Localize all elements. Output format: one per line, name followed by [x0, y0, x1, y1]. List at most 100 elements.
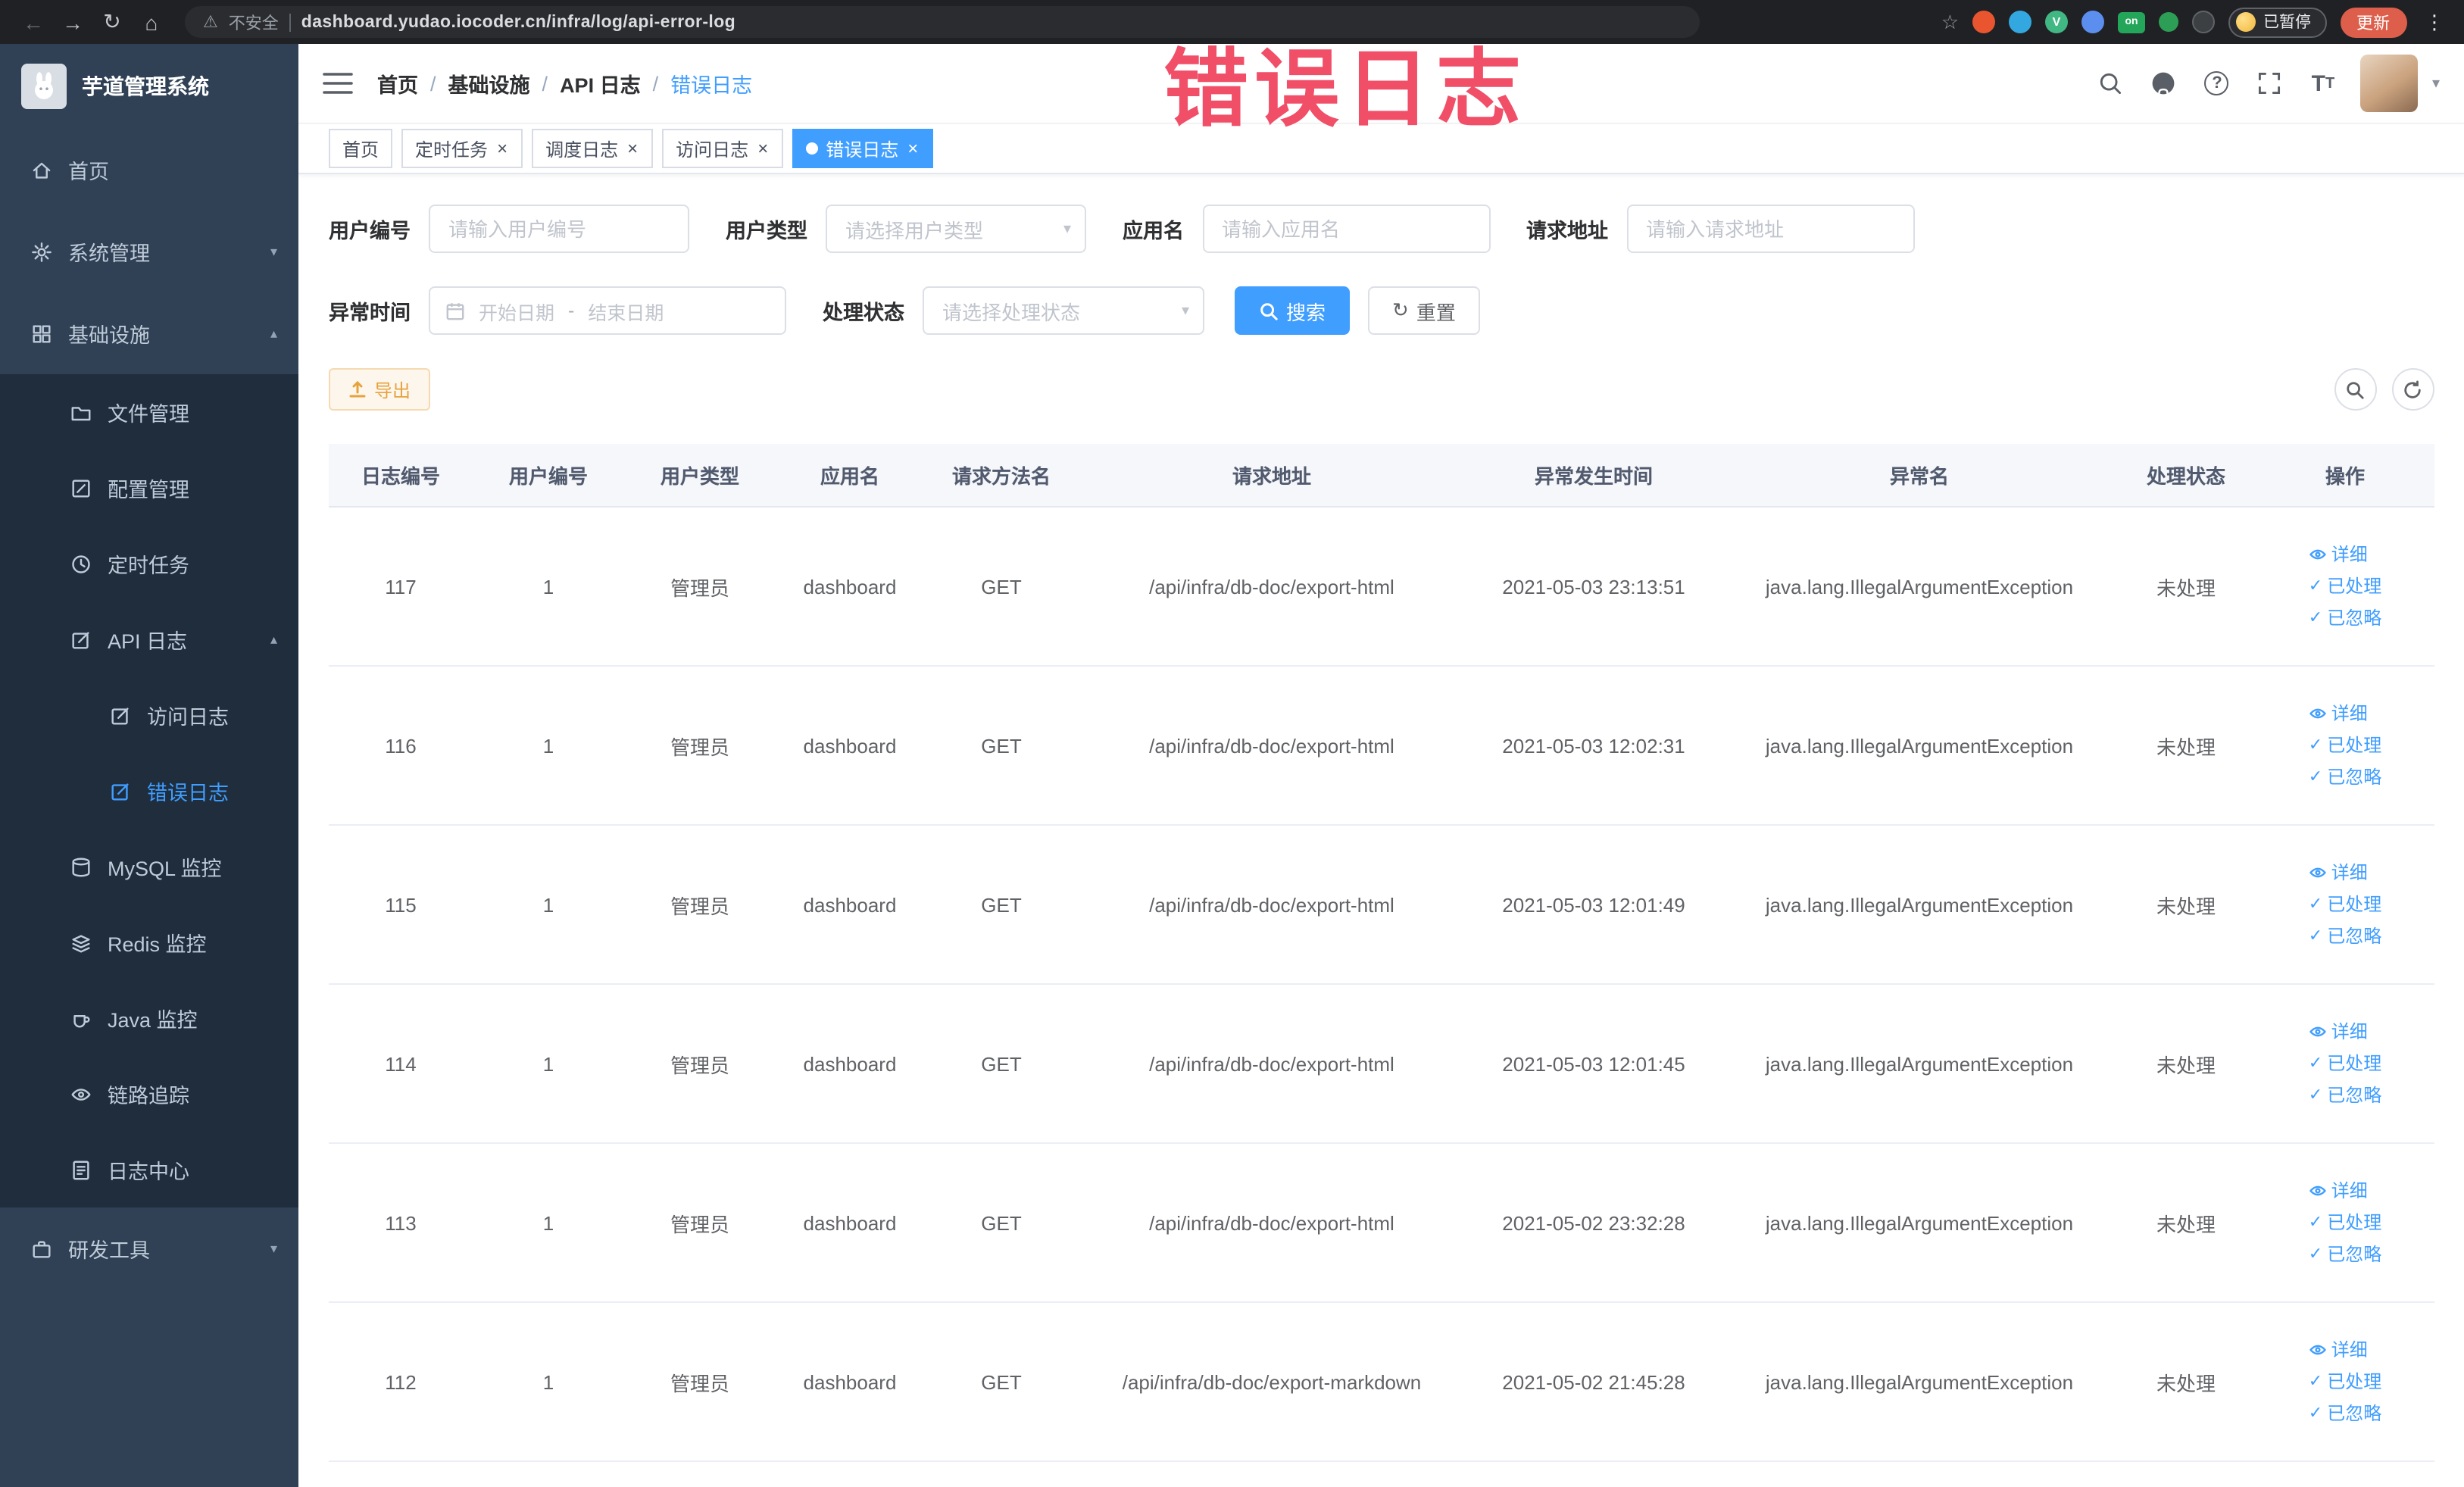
search-icon: [2347, 381, 2364, 398]
user-avatar[interactable]: [2360, 55, 2419, 112]
address-bar[interactable]: ⚠ 不安全 dashboard.yudao.iocoder.cn/infra/l…: [185, 6, 1700, 38]
user-id-input[interactable]: [429, 205, 689, 253]
extension-plug-icon[interactable]: [2192, 11, 2215, 33]
cell-request-method: GET: [981, 734, 1022, 757]
mark-ignored-link[interactable]: ✓ 已忽略: [2309, 1242, 2381, 1267]
mark-processed-link[interactable]: ✓ 已处理: [2309, 1369, 2381, 1395]
browser-menu-icon[interactable]: ⋮: [2420, 10, 2449, 34]
table-row: 115 1 管理员 dashboard GET /api/infra/db-do…: [329, 826, 2434, 985]
browser-reload-icon[interactable]: ↻: [94, 5, 130, 39]
browser-home-icon[interactable]: ⌂: [133, 5, 170, 39]
app-name-input[interactable]: [1202, 205, 1490, 253]
mark-ignored-link[interactable]: ✓ 已忽略: [2309, 605, 2381, 631]
detail-link[interactable]: 详细: [2309, 1178, 2368, 1204]
breadcrumb-error-log: 错误日志: [670, 74, 753, 97]
sidebar-item-infrastructure[interactable]: 基础设施 ▴: [0, 292, 298, 374]
cell-log-id: 117: [385, 575, 417, 598]
extension-orange-icon[interactable]: [1972, 11, 1995, 33]
refresh-table-button[interactable]: [2391, 368, 2434, 411]
bookmark-star-icon[interactable]: ☆: [1941, 10, 1959, 34]
mark-processed-link[interactable]: ✓ 已处理: [2309, 1210, 2381, 1236]
tab-home[interactable]: 首页: [329, 129, 393, 168]
sidebar-item-mysql-monitor[interactable]: MySQL 监控: [0, 829, 298, 904]
extension-drop-icon[interactable]: [2009, 11, 2031, 33]
close-icon[interactable]: ×: [756, 139, 770, 158]
browser-forward-icon[interactable]: →: [55, 5, 91, 39]
cell-request-url: /api/infra/db-doc/export-html: [1149, 1052, 1394, 1075]
reset-button[interactable]: ↻ 重置: [1368, 286, 1480, 335]
app-logo[interactable]: 芋道管理系统: [0, 44, 298, 129]
detail-link[interactable]: 详细: [2309, 1019, 2368, 1045]
tab-scheduled-jobs[interactable]: 定时任务 ×: [401, 129, 523, 168]
export-button[interactable]: 导出: [329, 368, 431, 411]
sidebar-item-redis-monitor[interactable]: Redis 监控: [0, 904, 298, 980]
emoji-face-icon: [2236, 12, 2256, 32]
col-exception-name: 异常名: [1889, 465, 1949, 488]
compose-icon: [72, 631, 89, 648]
chrome-update-button[interactable]: 更新: [2340, 7, 2406, 37]
extension-vue-devtools-icon[interactable]: V: [2045, 11, 2068, 33]
sidebar-item-java-monitor[interactable]: Java 监控: [0, 980, 298, 1056]
close-icon[interactable]: ×: [626, 139, 639, 158]
extension-leaf-icon[interactable]: [2159, 12, 2178, 32]
search-icon[interactable]: [2096, 68, 2126, 98]
mark-processed-link[interactable]: ✓ 已处理: [2309, 573, 2381, 599]
avatar-caret-down-icon[interactable]: ▾: [2432, 75, 2440, 92]
github-icon[interactable]: [2149, 68, 2179, 98]
mark-ignored-link[interactable]: ✓ 已忽略: [2309, 923, 2381, 949]
user-type-select[interactable]: 请选择用户类型 ▾: [826, 205, 1086, 253]
search-button[interactable]: 搜索: [1235, 286, 1351, 335]
col-process-status: 处理状态: [2146, 465, 2225, 488]
chevron-down-icon: ▾: [1063, 220, 1071, 237]
mark-ignored-link[interactable]: ✓ 已忽略: [2309, 764, 2381, 790]
cell-request-url: /api/infra/db-doc/export-html: [1149, 893, 1394, 916]
tab-schedule-log[interactable]: 调度日志 ×: [532, 129, 654, 168]
fullscreen-icon[interactable]: [2255, 68, 2285, 98]
col-user-id: 用户编号: [508, 465, 588, 488]
request-url-input[interactable]: [1626, 205, 1914, 253]
extension-puzzle-icon[interactable]: [2081, 11, 2104, 33]
sidebar-item-system[interactable]: 系统管理 ▾: [0, 211, 298, 292]
breadcrumb-api-log[interactable]: API 日志: [560, 68, 641, 98]
mark-processed-link[interactable]: ✓ 已处理: [2309, 733, 2381, 758]
sidebar-item-access-log[interactable]: 访问日志: [0, 677, 298, 753]
detail-link[interactable]: 详细: [2309, 701, 2368, 726]
mark-processed-link[interactable]: ✓ 已处理: [2309, 1051, 2381, 1076]
sidebar-toggle-icon[interactable]: [323, 71, 353, 95]
help-icon[interactable]: ?: [2202, 68, 2232, 98]
sidebar-item-error-log[interactable]: 错误日志: [0, 753, 298, 829]
tab-access-log[interactable]: 访问日志 ×: [662, 129, 784, 168]
extension-on-badge[interactable]: on: [2118, 11, 2145, 33]
breadcrumb-infrastructure[interactable]: 基础设施: [448, 68, 530, 98]
exception-time-range-picker[interactable]: 开始日期 - 结束日期: [429, 286, 786, 335]
tab-error-log[interactable]: 错误日志 ×: [792, 129, 934, 168]
cell-exception-name: java.lang.IllegalArgumentException: [1765, 893, 2074, 916]
font-size-icon[interactable]: TT: [2308, 68, 2338, 98]
toggle-search-button[interactable]: [2334, 368, 2376, 411]
browser-back-icon[interactable]: ←: [15, 5, 52, 39]
sidebar-item-dev-tools[interactable]: 研发工具 ▾: [0, 1207, 298, 1289]
close-icon[interactable]: ×: [906, 139, 920, 158]
paused-badge[interactable]: 已暂停: [2228, 7, 2326, 37]
mark-ignored-link[interactable]: ✓ 已忽略: [2309, 1082, 2381, 1108]
mark-processed-link[interactable]: ✓ 已处理: [2309, 892, 2381, 917]
sidebar-item-home[interactable]: 首页: [0, 129, 298, 211]
sidebar-item-scheduled-jobs[interactable]: 定时任务: [0, 526, 298, 601]
sidebar-item-log-center[interactable]: 日志中心: [0, 1132, 298, 1207]
user-type-label: 用户类型: [726, 220, 807, 242]
sidebar-item-config-management[interactable]: 配置管理: [0, 450, 298, 526]
tags-view-bar: 首页 定时任务 × 调度日志 × 访问日志 × 错误日志 ×: [298, 123, 2464, 174]
navbar-right-controls: ? TT ▾: [2096, 55, 2440, 112]
mark-ignored-link[interactable]: ✓ 已忽略: [2309, 1401, 2381, 1426]
sidebar-item-file-management[interactable]: 文件管理: [0, 374, 298, 450]
table-row: 113 1 管理员 dashboard GET /api/infra/db-do…: [329, 1144, 2434, 1303]
breadcrumb-home[interactable]: 首页: [377, 68, 418, 98]
detail-link[interactable]: 详细: [2309, 1337, 2368, 1363]
detail-link[interactable]: 详细: [2309, 542, 2368, 567]
sidebar-item-api-log[interactable]: API 日志 ▴: [0, 601, 298, 677]
table-row: 112 1 管理员 dashboard GET /api/infra/db-do…: [329, 1303, 2434, 1462]
close-icon[interactable]: ×: [495, 139, 509, 158]
detail-link[interactable]: 详细: [2309, 860, 2368, 886]
sidebar-item-link-tracing[interactable]: 链路追踪: [0, 1056, 298, 1132]
process-status-select[interactable]: 请选择处理状态 ▾: [923, 286, 1204, 335]
